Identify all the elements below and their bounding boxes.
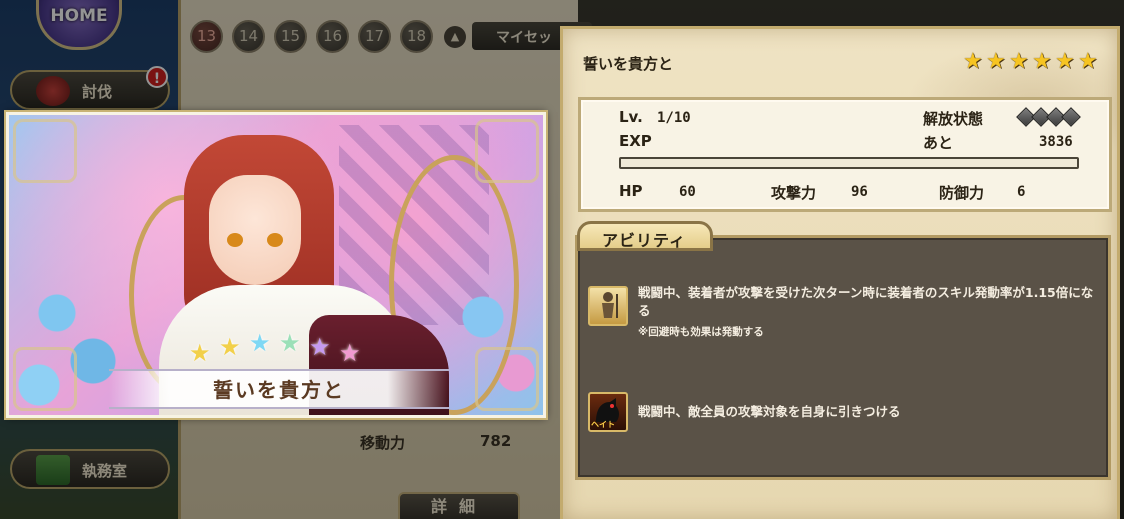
level-label: Lv. xyxy=(619,108,643,126)
card-title: 誓いを貴方と xyxy=(213,378,345,402)
hate-icon-label: ヘイト xyxy=(591,420,615,429)
attack-value: 96 xyxy=(851,184,868,200)
card-star-icon: ★ xyxy=(279,329,301,357)
ability-box: 戦闘中、装着者が攻撃を受けた次ターン時に装着者のスキル発動率が1.15倍になる … xyxy=(575,235,1111,480)
character-face xyxy=(209,175,301,285)
ability-tab: アビリティ xyxy=(577,221,713,251)
card-star-icon: ★ xyxy=(219,333,241,361)
card-star-icon: ★ xyxy=(339,339,361,367)
ability-tab-label: アビリティ xyxy=(602,231,687,250)
ability-note: ※回避時も効果は発動する xyxy=(638,326,764,338)
frame-corner xyxy=(13,119,77,183)
eye xyxy=(227,233,243,247)
frame-corner xyxy=(13,347,77,411)
unlock-keys xyxy=(1016,107,1081,127)
defense-value: 6 xyxy=(1017,184,1026,200)
unlock-key-icon xyxy=(1061,107,1081,127)
ability-description: 戦闘中、装着者が攻撃を受けた次ターン時に装着者のスキル発動率が1.15倍になる xyxy=(638,285,1094,318)
attack-label: 攻撃力 xyxy=(771,184,817,202)
frame-corner xyxy=(475,347,539,411)
eye xyxy=(267,233,283,247)
exp-bar xyxy=(619,157,1079,169)
item-title: 誓いを貴方と xyxy=(583,55,674,73)
unlock-label: 解放状態 xyxy=(923,110,984,128)
remaining-value: 3836 xyxy=(1039,134,1073,150)
knight-ability-icon xyxy=(588,286,628,326)
star-icon: ★ xyxy=(1032,49,1052,74)
card-star-icon: ★ xyxy=(189,339,211,367)
defense-label: 防御力 xyxy=(939,184,985,202)
card-star-icon: ★ xyxy=(309,333,331,361)
card-artwork: ★ ★ ★ ★ ★ ★ 誓いを貴方と xyxy=(6,112,546,418)
hate-ability-icon: ヘイト xyxy=(588,392,628,432)
ability-description: 戦闘中、敵全員の攻撃対象を自身に引きつける xyxy=(638,404,901,419)
detail-panel: 誓いを貴方と ★ ★ ★ ★ ★ ★ Lv. 1/10 解放状態 EXP あと 3836 … xyxy=(560,26,1120,519)
exp-label: EXP xyxy=(619,132,652,150)
star-icon: ★ xyxy=(1009,49,1029,74)
card-rarity-stars: ★ ★ ★ ★ ★ ★ xyxy=(189,325,389,367)
frame-corner xyxy=(475,119,539,183)
hp-label: HP xyxy=(619,182,643,200)
screen: HOME 討伐 ! 執務室 13 14 15 16 17 18 ▲ マイセッ 移… xyxy=(0,0,1124,519)
star-icon: ★ xyxy=(963,49,983,74)
hp-value: 60 xyxy=(679,184,696,200)
card-star-icon: ★ xyxy=(249,329,271,357)
ability-item: ヘイト 戦闘中、敵全員の攻撃対象を自身に引きつける xyxy=(588,392,1098,436)
star-icon: ★ xyxy=(986,49,1006,74)
ability-item: 戦闘中、装着者が攻撃を受けた次ターン時に装着者のスキル発動率が1.15倍になる … xyxy=(588,284,1098,344)
star-icon: ★ xyxy=(1078,49,1098,74)
remaining-label: あと xyxy=(923,134,954,152)
card-title-plate: 誓いを貴方と xyxy=(109,369,449,409)
level-value: 1/10 xyxy=(657,110,691,126)
stat-box: Lv. 1/10 解放状態 EXP あと 3836 HP 60 攻撃力 96 防… xyxy=(578,97,1112,212)
star-icon: ★ xyxy=(1055,49,1075,74)
rarity-stars: ★ ★ ★ ★ ★ ★ xyxy=(963,51,1103,75)
